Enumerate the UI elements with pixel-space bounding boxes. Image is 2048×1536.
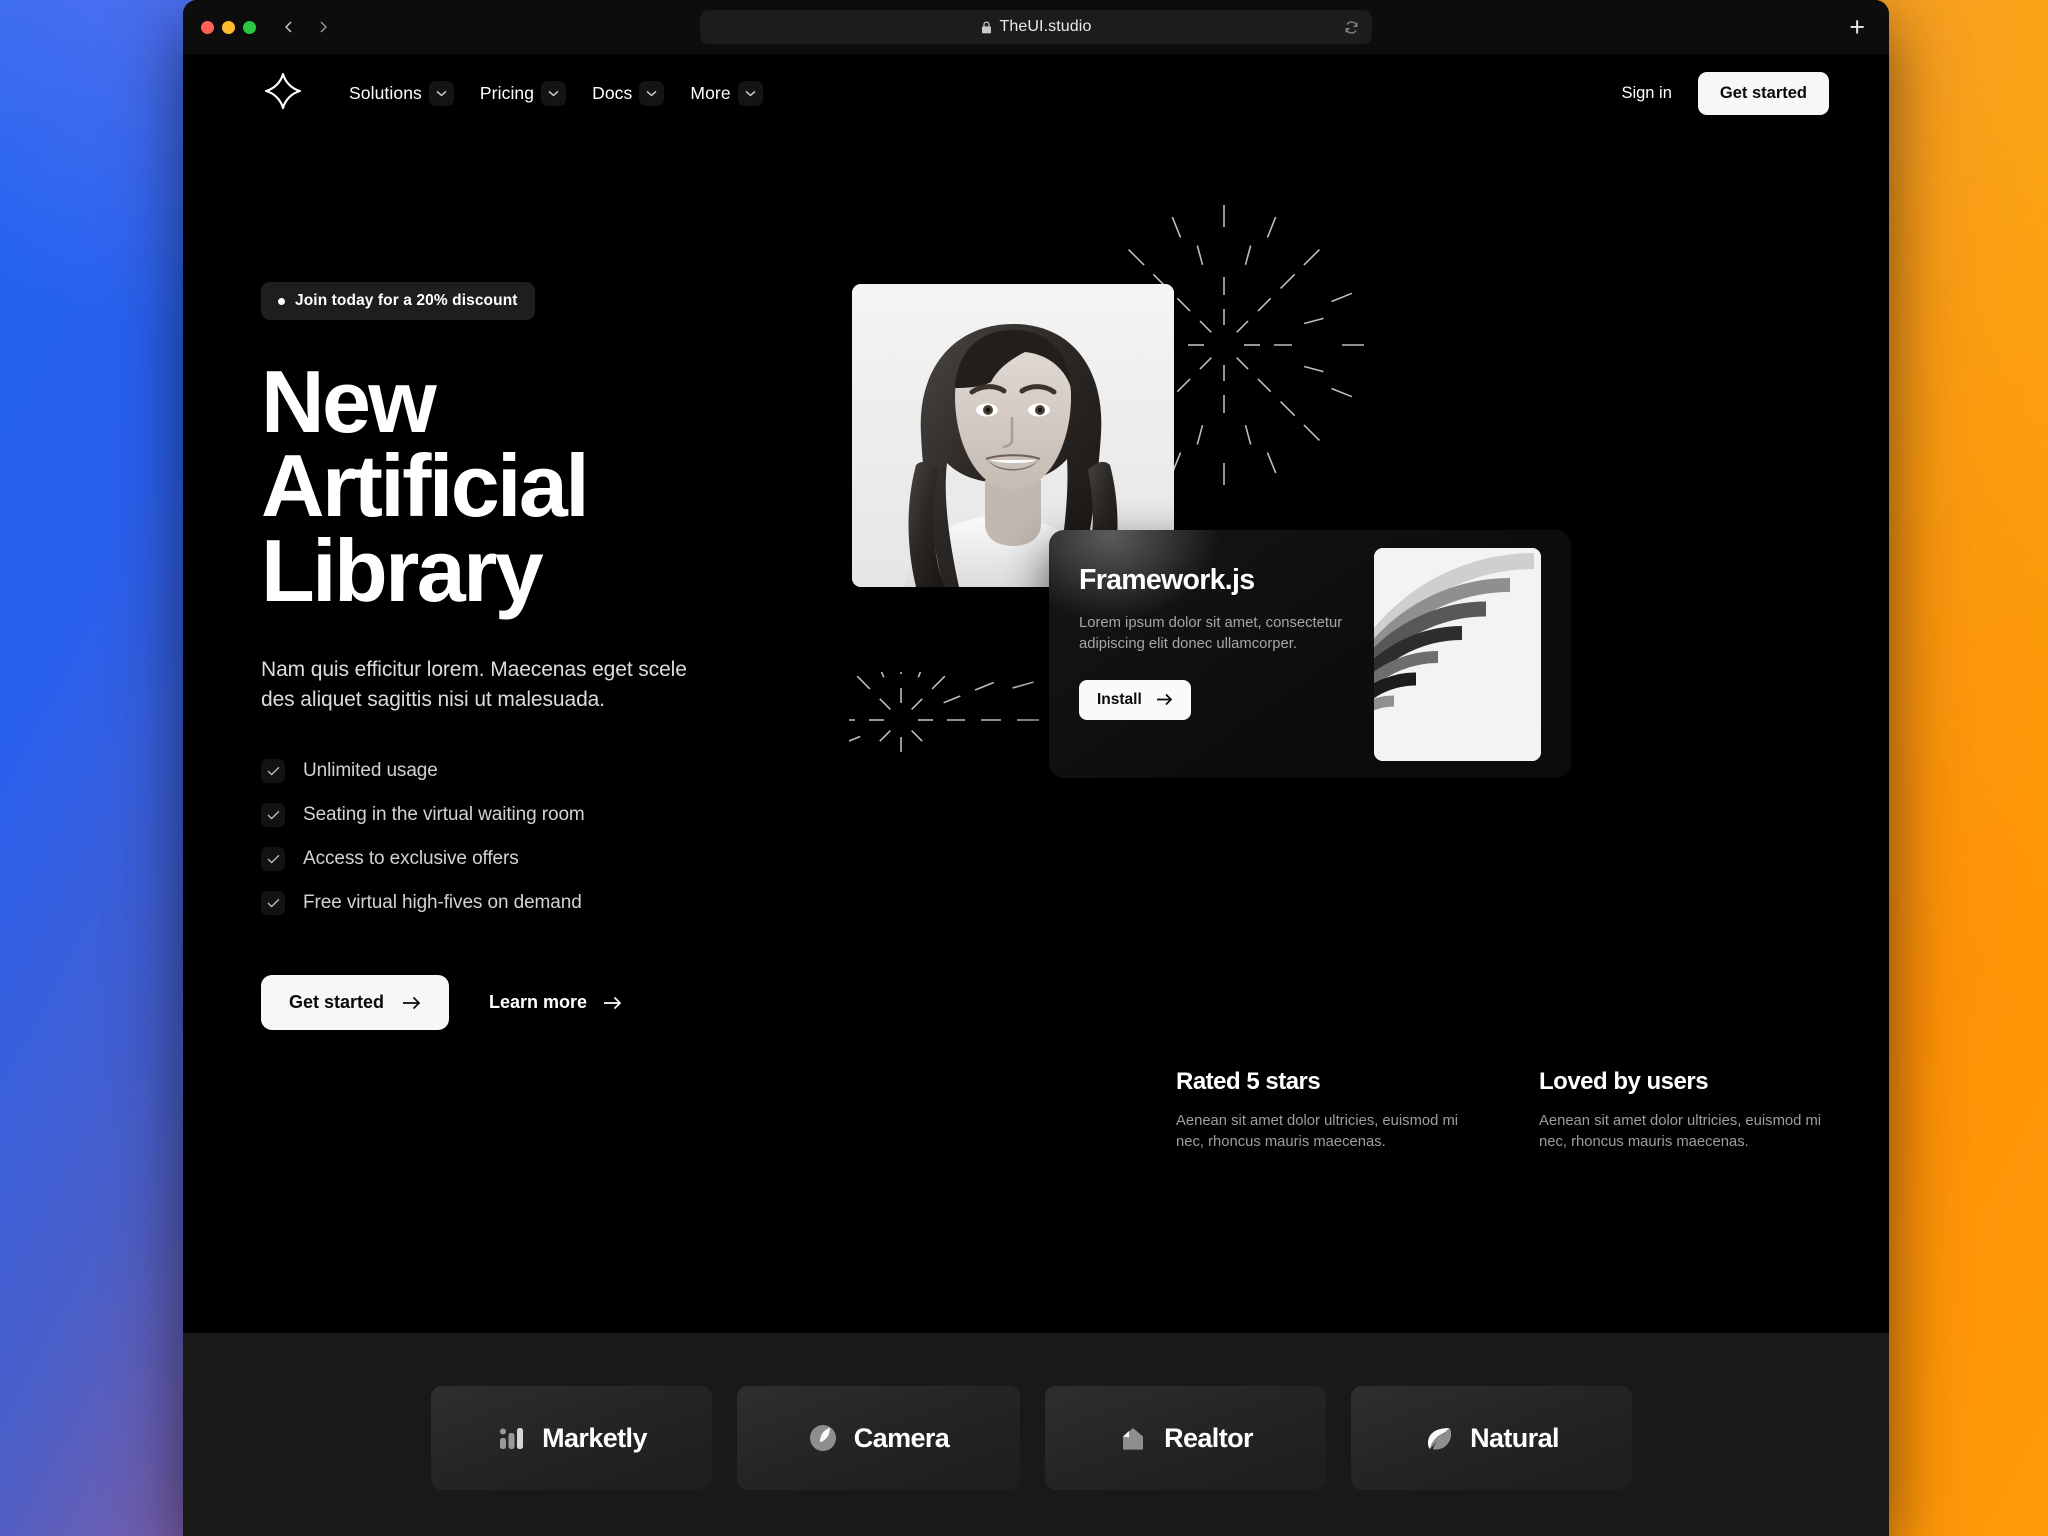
framework-card: Framework.js Lorem ipsum dolor sit amet,…: [1049, 530, 1571, 778]
list-item-label: Seating in the virtual waiting room: [303, 804, 585, 826]
nav-item-solutions[interactable]: Solutions: [349, 80, 454, 106]
get-started-button[interactable]: Get started: [1697, 71, 1829, 115]
list-item: Seating in the virtual waiting room: [261, 803, 861, 828]
nav-label: Solutions: [349, 82, 422, 103]
nav-links: Solutions Pricing Docs More: [349, 80, 763, 106]
list-item-label: Access to exclusive offers: [303, 848, 519, 870]
feature-checklist: Unlimited usage Seating in the virtual w…: [261, 759, 861, 916]
list-item-label: Unlimited usage: [303, 760, 438, 782]
nav-actions: Sign in Get started: [1621, 71, 1829, 115]
brand-name: Marketly: [542, 1422, 647, 1453]
button-label: Get started: [289, 992, 385, 1013]
four-point-star-logo[interactable]: [261, 71, 305, 115]
brand-name: Camera: [853, 1422, 950, 1453]
nav-item-docs[interactable]: Docs: [592, 80, 665, 106]
button-label: Install: [1097, 690, 1142, 708]
stat-block: Rated 5 stars Aenean sit amet dolor ultr…: [1176, 1068, 1474, 1154]
list-item: Access to exclusive offers: [261, 847, 861, 872]
hero-subtext: Nam quis efficitur lorem. Maecenas eget …: [261, 658, 687, 712]
stat-description: Aenean sit amet dolor ultricies, euismod…: [1539, 1113, 1822, 1151]
list-item: Free virtual high-fives on demand: [261, 891, 861, 916]
brand-name: Realtor: [1164, 1422, 1253, 1453]
brand-card-marketly[interactable]: Marketly: [431, 1386, 712, 1490]
stat-title: Loved by users: [1539, 1068, 1709, 1095]
lock-icon: [981, 20, 992, 34]
page-content: Solutions Pricing Docs More Sign in Get …: [183, 54, 1889, 1536]
reload-icon[interactable]: [1344, 20, 1359, 35]
promo-badge[interactable]: Join today for a 20% discount: [261, 282, 535, 320]
framework-card-copy: Framework.js Lorem ipsum dolor sit amet,…: [1079, 564, 1357, 744]
nav-item-more[interactable]: More: [690, 80, 763, 106]
install-button[interactable]: Install: [1079, 679, 1191, 720]
nav-label: Docs: [592, 82, 633, 103]
check-icon: [261, 759, 285, 784]
page-title: New Artificial Library: [261, 358, 861, 615]
badge-dot-icon: [278, 297, 285, 305]
stat-block: Loved by users Aenean sit amet dolor ult…: [1539, 1068, 1837, 1154]
stat-description: Aenean sit amet dolor ultricies, euismod…: [1176, 1113, 1459, 1151]
link-label: Learn more: [489, 992, 588, 1013]
framework-card-description: Lorem ipsum dolor sit amet, consectetur …: [1079, 615, 1343, 653]
site-navigation: Solutions Pricing Docs More Sign in Get …: [183, 54, 1889, 132]
learn-more-link[interactable]: Learn more: [489, 992, 622, 1013]
hero-copy: Join today for a 20% discount New Artifi…: [261, 202, 861, 1031]
bar-chart-icon: [496, 1423, 526, 1453]
list-item: Unlimited usage: [261, 759, 861, 784]
hero-cta-row: Get started Learn more: [261, 975, 861, 1031]
house-icon: [1118, 1423, 1148, 1453]
framework-card-title: Framework.js: [1079, 564, 1255, 596]
hero-get-started-button[interactable]: Get started: [261, 975, 450, 1031]
brand-cards: Marketly Camera Realtor Natural: [183, 1333, 1889, 1490]
nav-item-pricing[interactable]: Pricing: [479, 80, 567, 106]
headline-line-3: Library: [261, 520, 544, 620]
brand-logo-strip: Marketly Camera Realtor Natural: [183, 1333, 1889, 1536]
hero-section: Join today for a 20% discount New Artifi…: [183, 132, 1889, 1031]
chevron-down-icon[interactable]: [639, 80, 665, 106]
minimize-window-button[interactable]: [222, 20, 235, 34]
browser-titlebar: TheUI.studio +: [183, 0, 1889, 54]
address-bar[interactable]: TheUI.studio: [700, 10, 1372, 44]
check-icon: [261, 847, 285, 872]
nav-label: More: [690, 82, 731, 103]
browser-window: TheUI.studio + Solutions Pricing Docs Mo…: [183, 0, 1889, 1536]
stats-section: Rated 5 stars Aenean sit amet dolor ultr…: [1176, 1068, 1837, 1154]
stat-title: Rated 5 stars: [1176, 1068, 1321, 1095]
close-window-button[interactable]: [201, 20, 214, 34]
url-text: TheUI.studio: [999, 18, 1092, 35]
chevron-down-icon[interactable]: [541, 80, 567, 106]
check-icon: [261, 891, 285, 916]
hero-visual: Framework.js Lorem ipsum dolor sit amet,…: [849, 202, 1829, 1002]
brand-card-natural[interactable]: Natural: [1351, 1386, 1632, 1490]
new-tab-button[interactable]: +: [1849, 13, 1865, 41]
forward-icon[interactable]: [316, 20, 330, 34]
chevron-down-icon[interactable]: [428, 80, 454, 106]
check-icon: [261, 803, 285, 828]
nav-label: Pricing: [479, 82, 535, 103]
sign-in-link[interactable]: Sign in: [1621, 84, 1671, 103]
arrow-right-icon: [604, 996, 622, 1010]
badge-label: Join today for a 20% discount: [295, 292, 518, 309]
arrow-right-icon: [1156, 693, 1172, 706]
aperture-icon: [808, 1423, 838, 1453]
maximize-window-button[interactable]: [243, 20, 256, 34]
brand-card-realtor[interactable]: Realtor: [1045, 1386, 1326, 1490]
brand-name: Natural: [1470, 1422, 1559, 1453]
brand-card-camera[interactable]: Camera: [737, 1386, 1020, 1490]
chevron-down-icon[interactable]: [737, 80, 763, 106]
leaf-icon: [1424, 1423, 1454, 1453]
list-item-label: Free virtual high-fives on demand: [303, 892, 582, 914]
framework-card-thumbnail: [1374, 547, 1541, 761]
arrow-right-icon: [403, 996, 421, 1010]
back-icon[interactable]: [282, 20, 296, 34]
window-controls[interactable]: [201, 20, 256, 34]
